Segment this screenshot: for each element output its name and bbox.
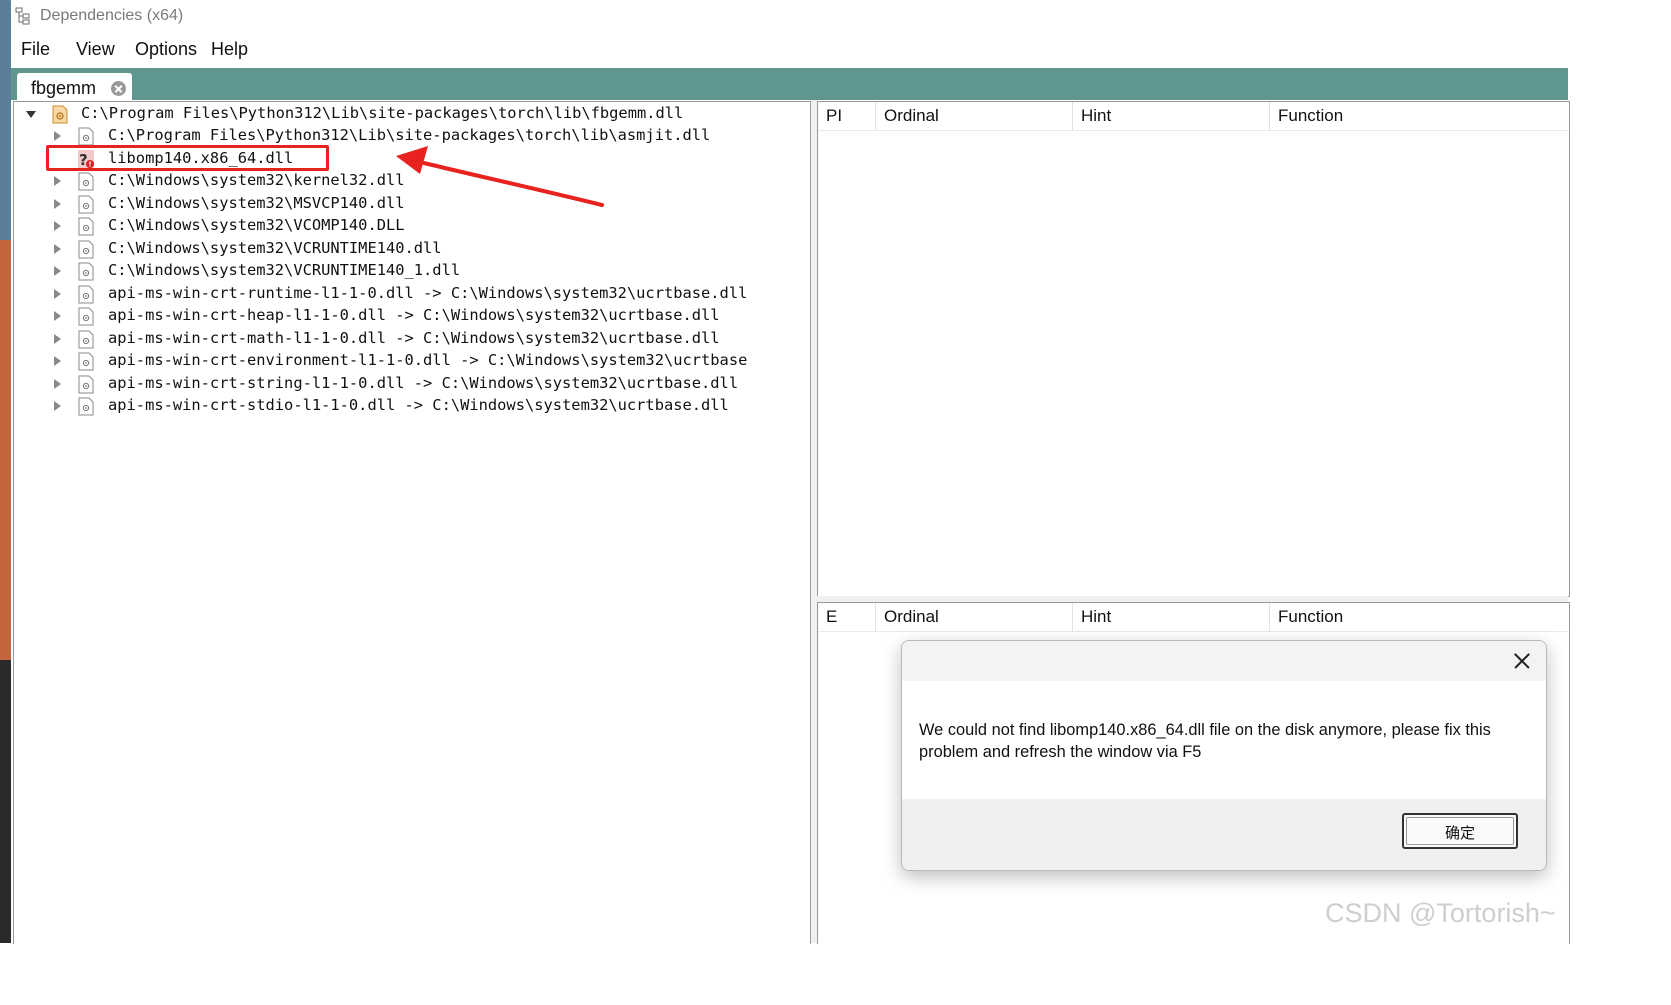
- expand-arrow-icon[interactable]: [54, 131, 61, 141]
- tab-close-icon[interactable]: [111, 81, 126, 96]
- menu-help[interactable]: Help: [211, 39, 248, 60]
- tree-item-label: C:\Windows\system32\VCRUNTIME140.dll: [108, 239, 442, 257]
- tree-item[interactable]: C:\Windows\system32\kernel32.dll: [14, 170, 808, 192]
- expand-arrow-icon[interactable]: [54, 379, 61, 389]
- column-header-ordinal[interactable]: Ordinal: [876, 603, 1073, 631]
- dependencies-window: Dependencies (x64) File View Options Hel…: [11, 0, 1570, 944]
- menu-view[interactable]: View: [76, 39, 115, 60]
- column-header-hint[interactable]: Hint: [1073, 603, 1270, 631]
- dll-file-icon: [78, 330, 94, 349]
- column-header-function[interactable]: Function: [1270, 102, 1569, 130]
- dll-file-icon: [78, 127, 94, 146]
- tree-root-row[interactable]: C:\Program Files\Python312\Lib\site-pack…: [14, 103, 808, 125]
- ok-button[interactable]: 确定: [1402, 813, 1518, 849]
- dll-file-icon: [78, 262, 94, 281]
- dialog-message: We could not find libomp140.x86_64.dll f…: [919, 721, 1491, 761]
- tree-item-missing[interactable]: ? libomp140.x86_64.dll: [14, 148, 808, 170]
- expand-arrow-icon[interactable]: [54, 289, 61, 299]
- watermark: CSDN @Tortorish~: [1325, 898, 1556, 928]
- expand-arrow-icon[interactable]: [54, 311, 61, 321]
- tree-item[interactable]: api-ms-win-crt-stdio-l1-1-0.dll -> C:\Wi…: [14, 395, 808, 417]
- title-bar[interactable]: Dependencies (x64): [11, 0, 1568, 34]
- dialog-footer: 确定: [902, 799, 1546, 870]
- tree-root-label: C:\Program Files\Python312\Lib\site-pack…: [81, 104, 684, 122]
- expand-arrow-icon[interactable]: [54, 244, 61, 254]
- dialog-body: We could not find libomp140.x86_64.dll f…: [902, 681, 1546, 799]
- tab-fbgemm[interactable]: fbgemm: [17, 73, 132, 103]
- tree-item[interactable]: api-ms-win-crt-environment-l1-1-0.dll ->…: [14, 350, 808, 372]
- tree-item-label: C:\Windows\system32\VCOMP140.DLL: [108, 216, 405, 234]
- tree-item-label: C:\Program Files\Python312\Lib\site-pack…: [108, 126, 711, 144]
- dll-file-icon: [78, 217, 94, 236]
- dll-file-icon: [78, 172, 94, 191]
- expand-arrow-icon[interactable]: [54, 356, 61, 366]
- tree-item-label: api-ms-win-crt-heap-l1-1-0.dll -> C:\Win…: [108, 306, 720, 324]
- exports-grid-header: E Ordinal Hint Function: [818, 603, 1569, 632]
- app-icon: [15, 7, 30, 25]
- expand-arrow-icon[interactable]: [54, 334, 61, 344]
- expand-arrow-icon[interactable]: [54, 176, 61, 186]
- imports-grid-header: PI Ordinal Hint Function: [818, 102, 1569, 131]
- tab-label: fbgemm: [31, 78, 97, 98]
- menu-file[interactable]: File: [21, 39, 50, 60]
- tree-item-label: api-ms-win-crt-stdio-l1-1-0.dll -> C:\Wi…: [108, 396, 729, 414]
- dll-file-icon: [78, 352, 94, 371]
- dialog-title-bar[interactable]: [902, 641, 1546, 681]
- collapse-arrow-icon[interactable]: [26, 111, 36, 118]
- expand-arrow-icon[interactable]: [54, 199, 61, 209]
- dll-file-icon: [78, 375, 94, 394]
- tree-item-label: libomp140.x86_64.dll: [108, 149, 294, 167]
- tree-item-label: api-ms-win-crt-environment-l1-1-0.dll ->…: [108, 351, 748, 369]
- dll-file-icon: [78, 307, 94, 326]
- background-desktop-strip: [0, 0, 11, 943]
- tree-item-label: C:\Windows\system32\VCRUNTIME140_1.dll: [108, 261, 461, 279]
- tree-item[interactable]: C:\Windows\system32\MSVCP140.dll: [14, 193, 808, 215]
- tree-item-label: api-ms-win-crt-math-l1-1-0.dll -> C:\Win…: [108, 329, 720, 347]
- tree-item[interactable]: api-ms-win-crt-heap-l1-1-0.dll -> C:\Win…: [14, 305, 808, 327]
- dll-file-icon: [78, 195, 94, 214]
- menu-options[interactable]: Options: [135, 39, 197, 60]
- column-header-function[interactable]: Function: [1270, 603, 1569, 631]
- svg-text:?: ?: [79, 151, 88, 169]
- dll-file-icon: [78, 397, 94, 416]
- expand-arrow-icon[interactable]: [54, 221, 61, 231]
- tree-item[interactable]: C:\Windows\system32\VCRUNTIME140.dll: [14, 238, 808, 260]
- tree-item-label: api-ms-win-crt-runtime-l1-1-0.dll -> C:\…: [108, 284, 748, 302]
- column-header-pi[interactable]: PI: [818, 102, 876, 130]
- imports-grid[interactable]: PI Ordinal Hint Function: [817, 101, 1570, 597]
- error-dialog: We could not find libomp140.x86_64.dll f…: [901, 640, 1547, 871]
- dll-file-icon: [78, 285, 94, 304]
- tree-item[interactable]: api-ms-win-crt-string-l1-1-0.dll -> C:\W…: [14, 373, 808, 395]
- module-tree[interactable]: C:\Program Files\Python312\Lib\site-pack…: [13, 101, 811, 944]
- ok-button-label: 确定: [1444, 824, 1475, 842]
- dll-root-icon: [52, 105, 68, 124]
- column-header-e[interactable]: E: [818, 603, 876, 631]
- tree-item[interactable]: C:\Program Files\Python312\Lib\site-pack…: [14, 125, 808, 147]
- tree-item[interactable]: api-ms-win-crt-math-l1-1-0.dll -> C:\Win…: [14, 328, 808, 350]
- expand-arrow-icon[interactable]: [54, 266, 61, 276]
- column-header-hint[interactable]: Hint: [1073, 102, 1270, 130]
- dll-file-icon: [78, 240, 94, 259]
- close-icon[interactable]: [1514, 653, 1530, 669]
- question-error-icon: ?: [78, 150, 94, 169]
- menu-bar: File View Options Help: [11, 34, 1568, 68]
- expand-arrow-icon[interactable]: [54, 401, 61, 411]
- column-header-ordinal[interactable]: Ordinal: [876, 102, 1073, 130]
- tree-item[interactable]: api-ms-win-crt-runtime-l1-1-0.dll -> C:\…: [14, 283, 808, 305]
- tree-item-label: C:\Windows\system32\kernel32.dll: [108, 171, 405, 189]
- tree-item-label: C:\Windows\system32\MSVCP140.dll: [108, 194, 405, 212]
- tree-item[interactable]: C:\Windows\system32\VCRUNTIME140_1.dll: [14, 260, 808, 282]
- tree-item-label: api-ms-win-crt-string-l1-1-0.dll -> C:\W…: [108, 374, 739, 392]
- window-title: Dependencies (x64): [40, 7, 184, 24]
- document-tab-strip: fbgemm: [11, 68, 1568, 103]
- tree-item[interactable]: C:\Windows\system32\VCOMP140.DLL: [14, 215, 808, 237]
